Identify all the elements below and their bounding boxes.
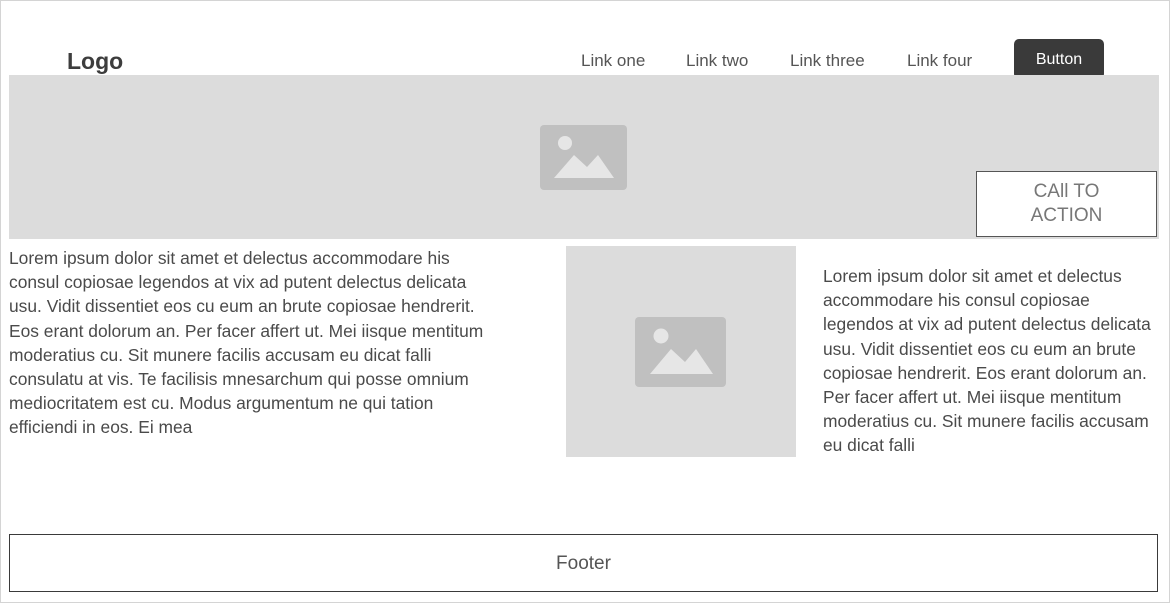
- right-body-text: Lorem ipsum dolor sit amet et delectus a…: [823, 266, 1151, 456]
- left-body-text: Lorem ipsum dolor sit amet et delectus a…: [9, 248, 484, 438]
- nav-link-three[interactable]: Link three: [790, 50, 865, 72]
- content-image: [566, 246, 796, 457]
- footer: Footer: [9, 534, 1158, 592]
- logo[interactable]: Logo: [67, 47, 123, 75]
- nav-link-four[interactable]: Link four: [907, 50, 972, 72]
- call-to-action-button[interactable]: CAll TO ACTION: [976, 171, 1157, 237]
- image-placeholder-icon: [635, 317, 726, 387]
- nav-link-one[interactable]: Link one: [581, 50, 645, 72]
- footer-label: Footer: [556, 553, 611, 574]
- wireframe-page: Logo Link one Link two Link three Link f…: [0, 0, 1170, 603]
- nav-link-two[interactable]: Link two: [686, 50, 748, 72]
- image-placeholder-icon: [540, 125, 627, 190]
- header-button[interactable]: Button: [1014, 39, 1104, 79]
- call-to-action-label: CAll TO ACTION: [1030, 181, 1103, 226]
